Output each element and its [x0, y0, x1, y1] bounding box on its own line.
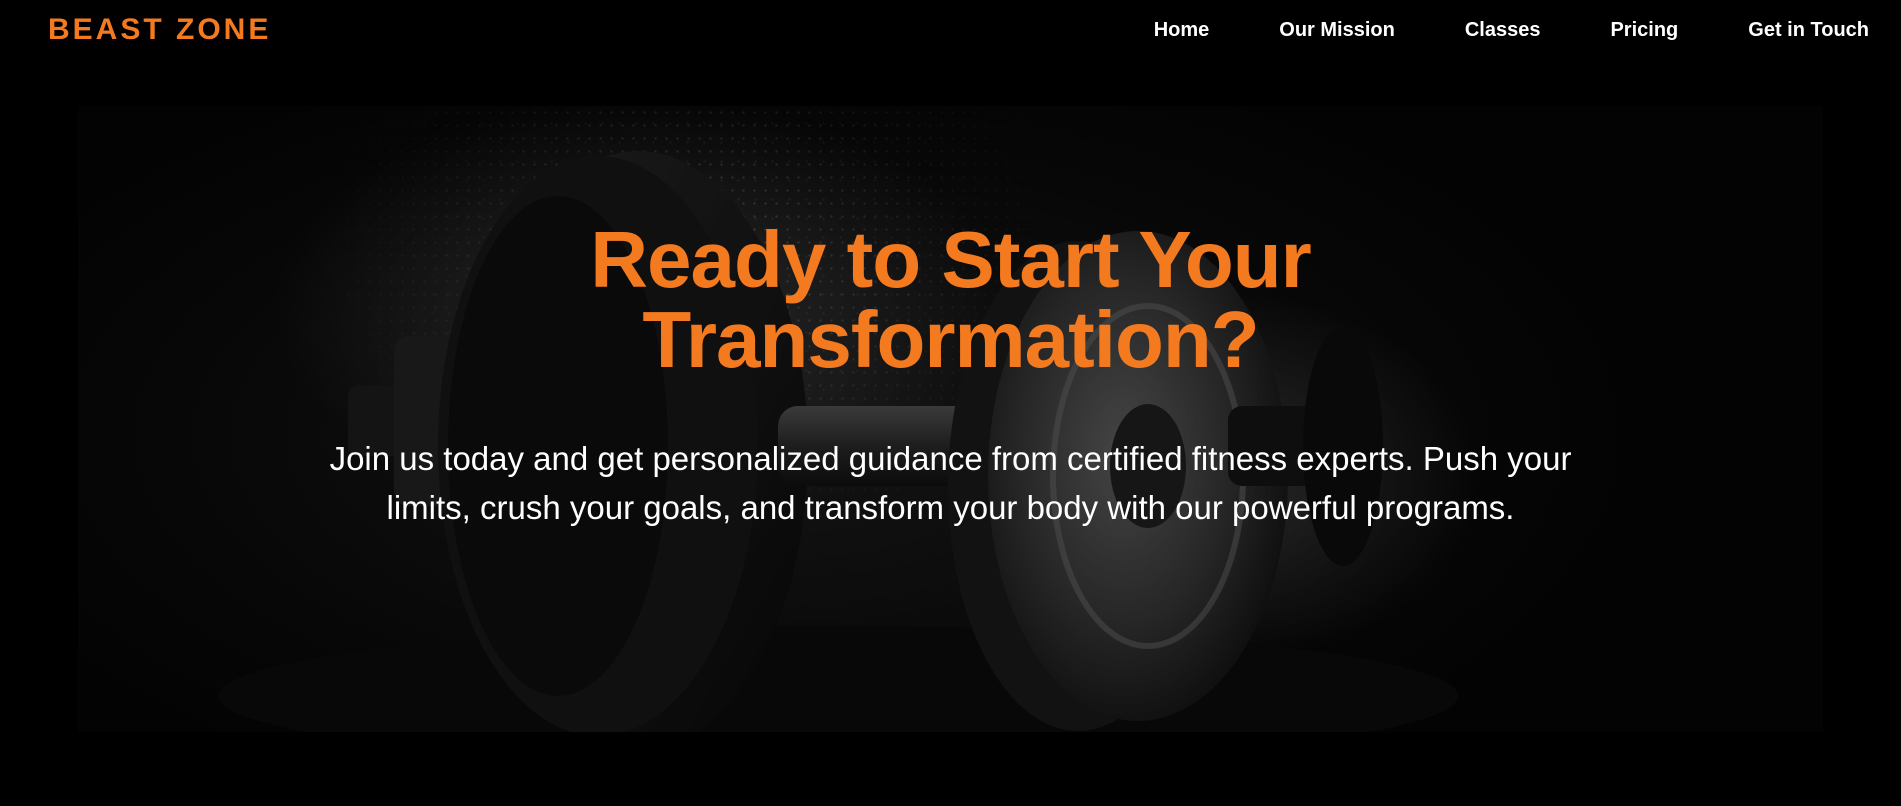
- navbar: BEAST ZONE Home Our Mission Classes Pric…: [0, 0, 1901, 62]
- hero-headline-line1: Ready to Start Your: [590, 215, 1311, 304]
- nav-item-our-mission[interactable]: Our Mission: [1279, 16, 1395, 44]
- hero-section: Ready to Start Your Transformation? Join…: [78, 106, 1823, 732]
- hero-subtext: Join us today and get personalized guida…: [329, 440, 1572, 526]
- nav-item-home[interactable]: Home: [1154, 16, 1210, 44]
- hero-content: Ready to Start Your Transformation? Join…: [78, 106, 1823, 732]
- hero-headline-line2: Transformation?: [642, 295, 1259, 384]
- brand-logo[interactable]: BEAST ZONE: [48, 12, 271, 48]
- nav-item-get-in-touch[interactable]: Get in Touch: [1748, 16, 1869, 44]
- hero-headline: Ready to Start Your Transformation?: [78, 220, 1823, 380]
- page: BEAST ZONE Home Our Mission Classes Pric…: [0, 0, 1901, 806]
- nav-item-pricing[interactable]: Pricing: [1610, 16, 1678, 44]
- main-nav: Home Our Mission Classes Pricing Get in …: [1084, 16, 1869, 44]
- nav-item-classes[interactable]: Classes: [1465, 16, 1541, 44]
